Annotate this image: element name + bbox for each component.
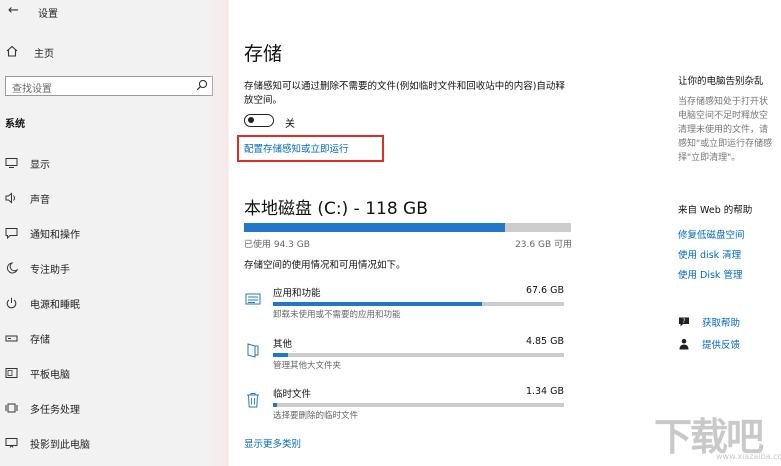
category-size: 1.34 GB bbox=[525, 386, 564, 397]
sidebar-item-label: 专注助手 bbox=[30, 264, 70, 276]
home-label: 主页 bbox=[34, 48, 54, 60]
related-heading: 让你的电脑告别杂乱 bbox=[678, 76, 764, 87]
show-more-categories-link[interactable]: 显示更多类别 bbox=[244, 436, 301, 450]
folder-icon bbox=[244, 341, 262, 359]
sidebar-item-storage[interactable]: 存储 bbox=[4, 330, 50, 346]
home-icon bbox=[6, 45, 20, 60]
sidebar-item-label: 声音 bbox=[30, 194, 50, 206]
watermark-logo: 下载吧 www.xiazaiba.com bbox=[650, 404, 781, 464]
sidebar-item-label: 平板电脑 bbox=[30, 369, 70, 381]
sidebar-item-label: 电源和睡眠 bbox=[30, 299, 80, 311]
sidebar-item-project[interactable]: 投影到此电脑 bbox=[4, 435, 90, 451]
sidebar-item-display[interactable]: 显示 bbox=[4, 155, 50, 171]
category-bar-fill bbox=[273, 403, 278, 407]
feedback-link[interactable]: 提供反馈 bbox=[678, 337, 740, 351]
sidebar-item-notifications[interactable]: 通知和操作 bbox=[4, 225, 80, 241]
category-size: 67.6 GB bbox=[525, 285, 564, 296]
get-help-link[interactable]: ? 获取帮助 bbox=[678, 315, 740, 329]
apps-icon bbox=[244, 290, 262, 308]
app-title: 设置 bbox=[38, 9, 58, 20]
help-chat-icon: ? bbox=[678, 316, 690, 328]
project-icon bbox=[4, 436, 18, 450]
disk-title: 本地磁盘 (C:) - 118 GB bbox=[244, 199, 428, 219]
trash-icon bbox=[244, 391, 262, 409]
sidebar-item-tablet[interactable]: 平板电脑 bbox=[4, 365, 70, 381]
tablet-icon bbox=[4, 366, 18, 380]
main-content: 存储 存储感知可以通过删除不需要的文件(例如临时文件和回收站中的内容)自动释放空… bbox=[228, 0, 670, 466]
sidebar-item-label: 显示 bbox=[30, 159, 50, 171]
get-help-label: 获取帮助 bbox=[702, 318, 741, 329]
sidebar-item-focus-assist[interactable]: 专注助手 bbox=[4, 260, 70, 276]
sidebar-item-label: 通知和操作 bbox=[30, 229, 80, 241]
display-icon bbox=[4, 156, 18, 170]
help-link-fix-low-disk[interactable]: 修复低磁盘空间 bbox=[678, 227, 745, 241]
category-bar bbox=[273, 403, 564, 407]
category-bar bbox=[273, 353, 564, 357]
search-input[interactable] bbox=[6, 80, 192, 99]
category-other[interactable]: 其他 4.85 GB 管理其他大文件夹 bbox=[244, 336, 564, 380]
category-size: 4.85 GB bbox=[525, 336, 564, 347]
section-title-system: 系统 bbox=[5, 119, 25, 130]
storage-sense-toggle[interactable] bbox=[244, 114, 274, 127]
back-arrow-icon[interactable]: ← bbox=[8, 4, 22, 18]
paragraph-line: 清理未使用的文件，请 bbox=[678, 125, 769, 135]
disk-usage-bar bbox=[244, 223, 571, 232]
related-panel: 让你的电脑告别杂乱 当存储感知处于打开状 电脑空间不足时释放空 清理未使用的文件… bbox=[670, 0, 781, 466]
sidebar-item-power-sleep[interactable]: 电源和睡眠 bbox=[4, 295, 80, 311]
related-paragraph: 当存储感知处于打开状 电脑空间不足时释放空 清理未使用的文件，请 感知"或立即运… bbox=[678, 95, 781, 165]
moon-icon bbox=[4, 261, 18, 275]
toggle-state-label: 关 bbox=[285, 119, 295, 130]
toggle-knob bbox=[248, 117, 254, 123]
usage-subtitle: 存储空间的使用情况和可用情况如下。 bbox=[244, 260, 406, 271]
category-name: 应用和功能 bbox=[273, 288, 321, 299]
category-note: 卸载未使用或不需要的应用和功能 bbox=[273, 310, 401, 320]
disk-free-label: 23.6 GB 可用 bbox=[515, 240, 572, 250]
paragraph-line: 感知"或立即运行存储感 bbox=[678, 139, 773, 149]
notification-icon bbox=[4, 226, 18, 240]
sidebar-item-label: 多任务处理 bbox=[30, 404, 80, 416]
power-icon bbox=[4, 296, 18, 310]
feedback-label: 提供反馈 bbox=[702, 340, 741, 351]
paragraph-line: 当存储感知处于打开状 bbox=[678, 97, 769, 107]
category-bar-fill bbox=[273, 353, 288, 357]
category-name: 其他 bbox=[273, 339, 293, 350]
disk-usage-fill bbox=[244, 223, 506, 232]
category-apps[interactable]: 应用和功能 67.6 GB 卸载未使用或不需要的应用和功能 bbox=[244, 285, 564, 329]
sidebar-item-label: 存储 bbox=[30, 334, 50, 346]
configure-storage-sense-link[interactable]: 配置存储感知或立即运行 bbox=[244, 141, 349, 155]
category-bar bbox=[273, 302, 564, 306]
search-box[interactable] bbox=[5, 76, 213, 99]
sidebar-item-multitasking[interactable]: 多任务处理 bbox=[4, 400, 80, 416]
multitasking-icon bbox=[4, 401, 18, 415]
storage-icon bbox=[4, 331, 18, 345]
category-name: 临时文件 bbox=[273, 389, 312, 400]
category-note: 管理其他大文件夹 bbox=[273, 361, 342, 371]
speaker-icon bbox=[4, 191, 18, 205]
category-note: 选择要删除的临时文件 bbox=[273, 411, 359, 421]
home-nav-item[interactable]: 主页 bbox=[6, 44, 54, 60]
category-bar-fill bbox=[273, 302, 482, 306]
sidebar-item-sound[interactable]: 声音 bbox=[4, 190, 50, 206]
feedback-person-icon bbox=[678, 338, 690, 350]
page-title: 存储 bbox=[244, 43, 283, 65]
disk-used-label: 已使用 94.3 GB bbox=[244, 240, 310, 250]
paragraph-line: 择"立即清理"。 bbox=[678, 153, 741, 163]
help-link-disk-management[interactable]: 使用 Disk 管理 bbox=[678, 267, 742, 281]
sidebar-item-label: 投影到此电脑 bbox=[30, 439, 90, 451]
svg-text:?: ? bbox=[682, 318, 685, 325]
category-temp-files[interactable]: 临时文件 1.34 GB 选择要删除的临时文件 bbox=[244, 386, 564, 430]
search-icon[interactable] bbox=[196, 79, 208, 94]
sidebar: ← 设置 主页 系统 显示 声音 通知和操作 专注助手 电源和睡眠 存储 bbox=[0, 0, 229, 466]
watermark-url: www.xiazaiba.com bbox=[716, 452, 781, 461]
storage-sense-description: 存储感知可以通过删除不需要的文件(例如临时文件和回收站中的内容)自动释放空间。 bbox=[244, 81, 565, 106]
help-link-disk-cleanup[interactable]: 使用 disk 清理 bbox=[678, 247, 741, 261]
paragraph-line: 电脑空间不足时释放空 bbox=[678, 111, 769, 121]
help-heading: 来自 Web 的帮助 bbox=[678, 205, 753, 216]
